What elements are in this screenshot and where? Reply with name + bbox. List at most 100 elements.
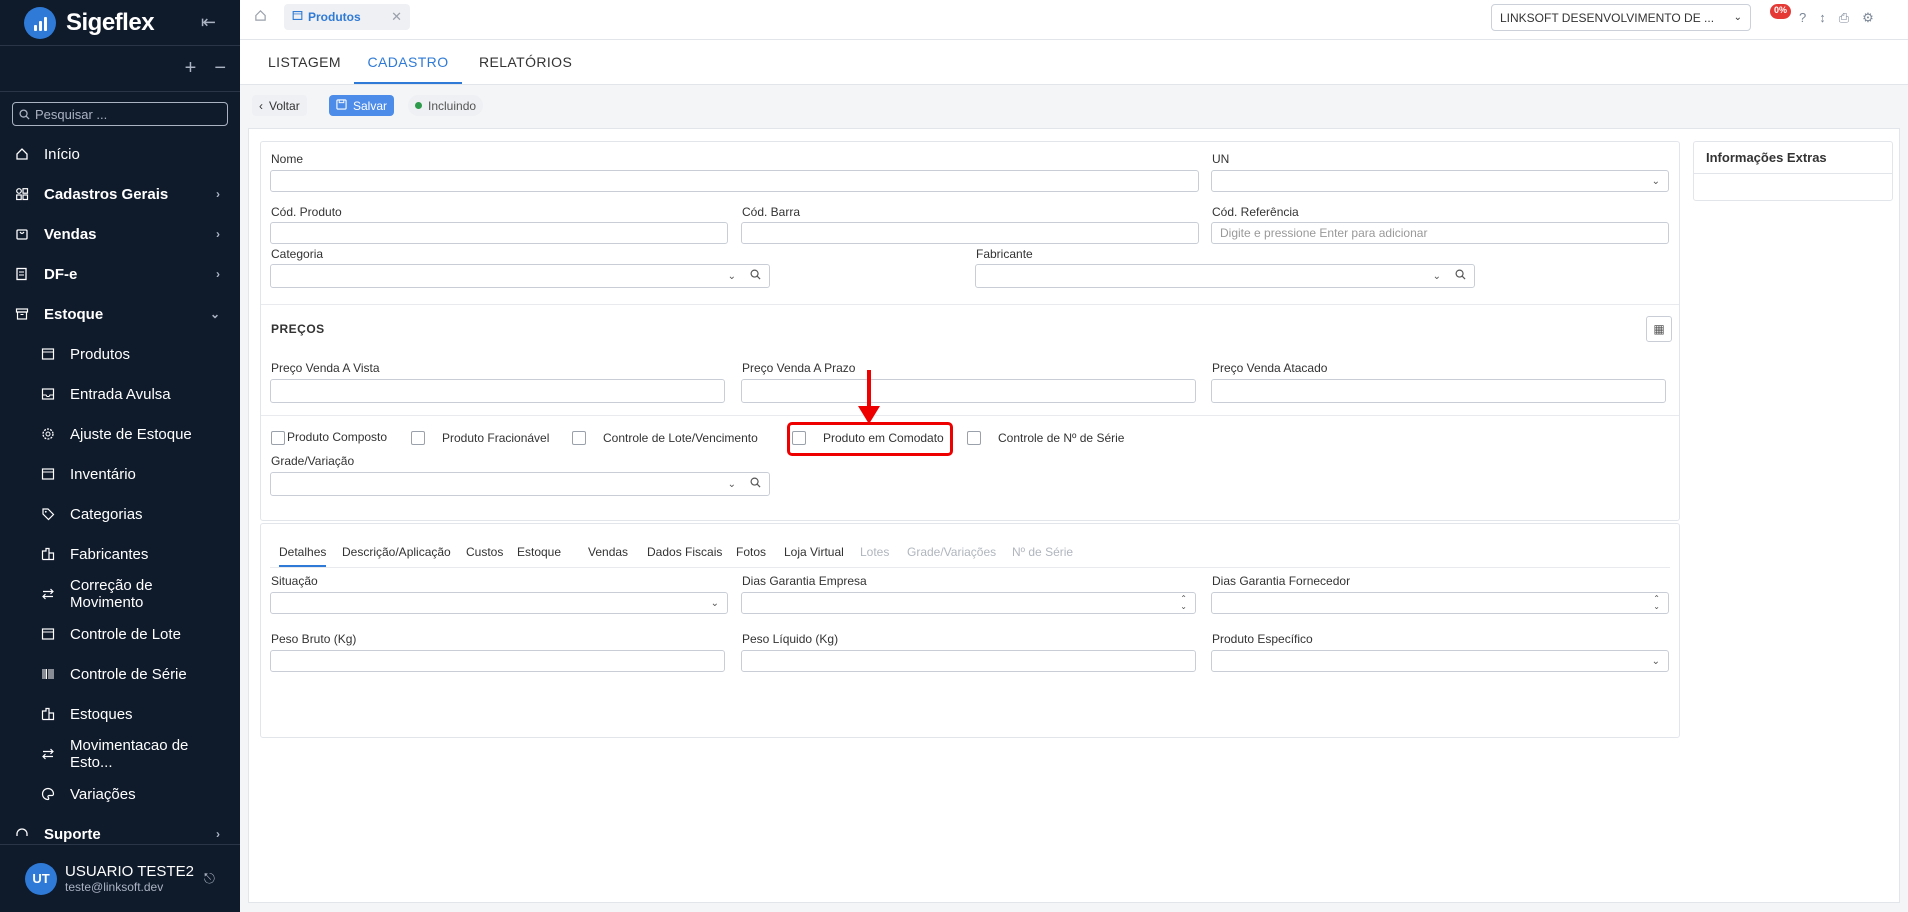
factory-icon — [40, 706, 56, 722]
status-badge: Incluindo — [408, 95, 484, 116]
avatar[interactable]: UT — [25, 862, 57, 895]
detail-tab-dados-fiscais[interactable]: Dados Fiscais — [647, 545, 722, 559]
toolbar: ‹ Voltar Salvar Incluindo — [240, 85, 1908, 125]
tab-cadastro[interactable]: CADASTRO — [354, 40, 462, 84]
nav-subitem-categorias[interactable]: Categorias — [0, 494, 240, 534]
tab-produtos[interactable]: Produtos ✕ — [284, 4, 410, 30]
archive-icon — [14, 306, 30, 322]
nav-subitem-inventario[interactable]: Inventário — [0, 454, 240, 494]
tab-listagem[interactable]: LISTAGEM — [268, 40, 341, 84]
divider — [261, 304, 1679, 305]
preco-prazo-input[interactable] — [741, 379, 1196, 403]
cod-produto-input[interactable] — [270, 222, 728, 244]
search-icon[interactable] — [750, 477, 761, 491]
un-select[interactable]: ⌄ — [1211, 170, 1669, 192]
preco-vista-input[interactable] — [270, 379, 725, 403]
checkbox-controle-serie[interactable]: Controle de Nº de Série — [967, 431, 1124, 445]
checkbox-box[interactable] — [271, 431, 285, 445]
nav-subitem-controle-serie[interactable]: Controle de Série — [0, 654, 240, 694]
nav-subitem-produtos[interactable]: Produtos — [0, 334, 240, 374]
tab-relatorios[interactable]: RELATÓRIOS — [479, 40, 572, 84]
sort-icon[interactable]: ↕ — [1819, 10, 1826, 26]
detail-tab-detalhes[interactable]: Detalhes — [279, 545, 327, 567]
collapse-sidebar-icon[interactable]: ⇤ — [201, 12, 216, 33]
situacao-select[interactable]: ⌄ — [270, 592, 728, 614]
garantia-fornecedor-input[interactable]: ⌃ ⌄ — [1211, 592, 1669, 614]
headset-icon — [14, 826, 30, 842]
peso-liquido-input[interactable] — [741, 650, 1196, 672]
garantia-empresa-input[interactable]: ⌃ ⌄ — [741, 592, 1196, 614]
nav-item-inicio[interactable]: Início — [0, 134, 240, 174]
nav-item-label: Suporte — [44, 825, 101, 843]
checkbox-box[interactable] — [411, 431, 425, 445]
sidebar-search[interactable] — [12, 102, 228, 126]
nav-item-dfe[interactable]: DF-e › — [0, 254, 240, 294]
nav-subitem-fabricantes[interactable]: Fabricantes — [0, 534, 240, 574]
checkbox-controle-lote[interactable]: Controle de Lote/Vencimento — [572, 431, 758, 445]
cod-produto-label: Cód. Produto — [271, 205, 342, 219]
nav-subitem-correcao-movimento[interactable]: Correção de Movimento — [0, 574, 240, 614]
details-card: Detalhes Descrição/Aplicação Custos Esto… — [260, 523, 1680, 738]
detail-tab-estoque[interactable]: Estoque — [517, 545, 561, 559]
detail-tab-loja-virtual[interactable]: Loja Virtual — [784, 545, 844, 559]
spinner-icon[interactable]: ⌃ ⌄ — [1180, 595, 1187, 611]
chevron-left-icon: ‹ — [259, 98, 263, 113]
company-select[interactable]: LINKSOFT DESENVOLVIMENTO DE ... ⌄ — [1491, 4, 1751, 31]
nav-subitem-ajuste-estoque[interactable]: Ajuste de Estoque — [0, 414, 240, 454]
document-icon — [14, 266, 30, 282]
cod-referencia-placeholder: Digite e pressione Enter para adicionar — [1220, 226, 1428, 240]
detail-tab-descricao[interactable]: Descrição/Aplicação — [342, 545, 451, 559]
nav-subitem-estoques[interactable]: Estoques — [0, 694, 240, 734]
detail-tab-fotos[interactable]: Fotos — [736, 545, 766, 559]
annotation-arrow-shaft — [867, 370, 871, 408]
checkbox-box[interactable] — [967, 431, 981, 445]
chevron-down-icon: ⌄ — [1432, 270, 1441, 282]
bell-icon[interactable] — [1776, 10, 1786, 26]
spinner-icon[interactable]: ⌃ ⌄ — [1653, 595, 1660, 611]
nav-subitem-variacoes[interactable]: Variações — [0, 774, 240, 814]
checkbox-produto-composto[interactable]: Produto Composto — [271, 430, 387, 445]
checkbox-box[interactable] — [572, 431, 586, 445]
close-icon[interactable]: ✕ — [391, 9, 402, 25]
search-icon[interactable] — [750, 269, 761, 283]
nav-item-vendas[interactable]: Vendas › — [0, 214, 240, 254]
situacao-label: Situação — [271, 574, 318, 588]
user-panel: UT USUARIO TESTE2 teste@linksoft.dev ⎋ — [0, 844, 240, 912]
nav-item-estoque[interactable]: Estoque ⌄ — [0, 294, 240, 334]
back-button[interactable]: ‹ Voltar — [252, 95, 307, 116]
annotation-arrow-head — [858, 406, 880, 424]
checkbox-produto-fracionavel[interactable]: Produto Fracionável — [411, 431, 549, 445]
expand-all-icon[interactable]: + — [185, 57, 197, 80]
help-icon[interactable]: ? — [1799, 10, 1806, 26]
collapse-all-icon[interactable]: − — [214, 57, 226, 80]
calculator-icon[interactable]: ▦ — [1646, 316, 1672, 342]
categoria-select[interactable]: ⌄ — [270, 264, 770, 288]
main-tabs: LISTAGEM CADASTRO RELATÓRIOS — [240, 40, 1908, 85]
detail-tab-num-serie: Nº de Série — [1012, 545, 1074, 559]
nav-subitem-movimentacao-estoque[interactable]: Movimentacao de Esto... — [0, 734, 240, 774]
nav-item-cadastros-gerais[interactable]: Cadastros Gerais › — [0, 174, 240, 214]
home-icon[interactable] — [254, 9, 267, 25]
preco-atacado-input[interactable] — [1211, 379, 1666, 403]
detail-tab-custos[interactable]: Custos — [466, 545, 503, 559]
cod-referencia-input[interactable]: Digite e pressione Enter para adicionar — [1211, 222, 1669, 244]
nav-subitem-label: Variações — [70, 785, 136, 803]
peso-bruto-input[interactable] — [270, 650, 725, 672]
nome-input[interactable] — [270, 170, 1199, 192]
fabricante-select[interactable]: ⌄ — [975, 264, 1475, 288]
chevron-right-icon: › — [216, 187, 220, 201]
cod-barra-input[interactable] — [741, 222, 1199, 244]
produto-especifico-select[interactable]: ⌄ — [1211, 650, 1669, 672]
nav-subitem-entrada-avulsa[interactable]: Entrada Avulsa — [0, 374, 240, 414]
logout-icon[interactable]: ⎋ — [204, 870, 215, 887]
grade-select[interactable]: ⌄ — [270, 472, 770, 496]
search-icon — [19, 108, 30, 120]
printer-icon[interactable]: ⎙ — [1839, 10, 1849, 26]
nav-subitem-controle-lote[interactable]: Controle de Lote — [0, 614, 240, 654]
user-name: USUARIO TESTE2 — [65, 863, 194, 880]
gear-icon[interactable]: ⚙ — [1862, 10, 1874, 26]
detail-tab-vendas[interactable]: Vendas — [588, 545, 628, 559]
sidebar-search-input[interactable] — [35, 106, 205, 122]
search-icon[interactable] — [1455, 269, 1466, 283]
save-button[interactable]: Salvar — [329, 95, 395, 116]
